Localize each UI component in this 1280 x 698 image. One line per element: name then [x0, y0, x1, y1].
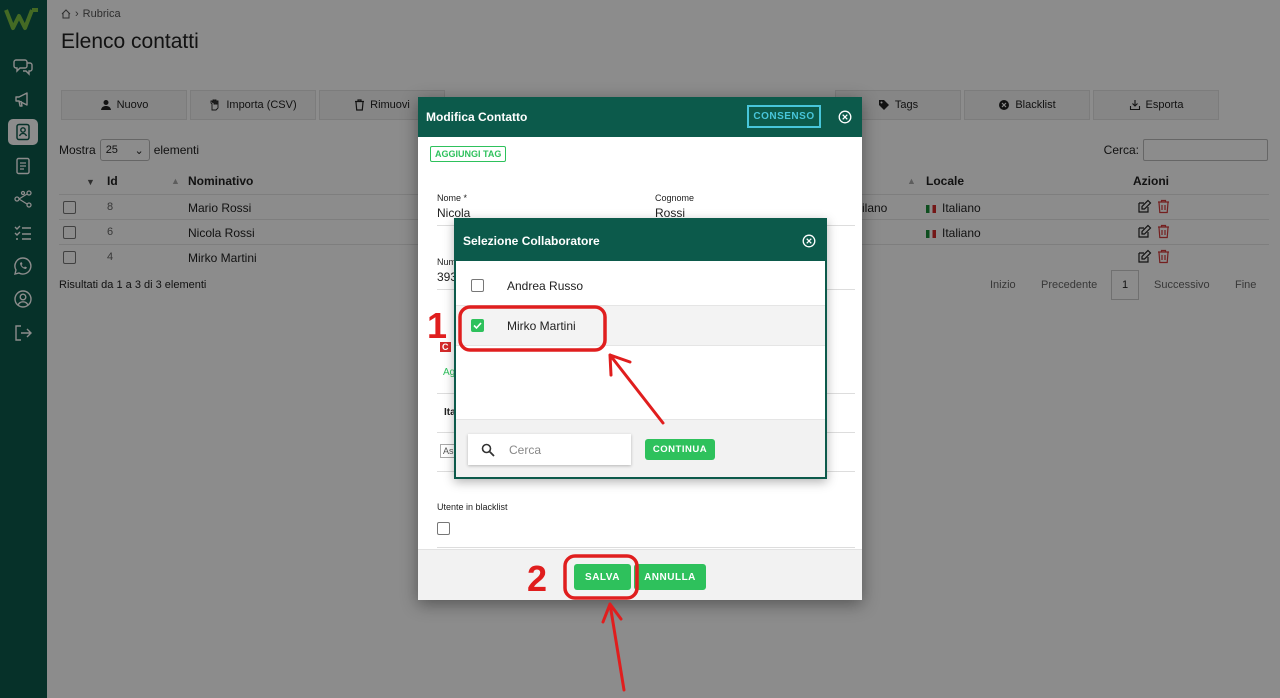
search-icon [481, 443, 495, 457]
collaborator-search-input[interactable]: Cerca [468, 434, 631, 465]
consent-button[interactable]: CONSENSO [747, 105, 821, 128]
last-name-label: Cognome [655, 193, 695, 203]
collaborator-name: Mirko Martini [507, 319, 576, 333]
annotation-step-1: 1 [427, 305, 448, 346]
search-placeholder: Cerca [509, 443, 542, 457]
first-name-label: Nome * [437, 193, 468, 203]
divider [437, 547, 855, 548]
dialog-title: Selezione Collaboratore [463, 234, 600, 248]
collaborator-checkbox-checked[interactable] [471, 319, 484, 332]
collaborator-checkbox[interactable] [471, 279, 484, 292]
collaborator-item[interactable]: Andrea Russo [456, 266, 825, 306]
add-tag-button[interactable]: AGGIUNGI TAG [430, 146, 507, 162]
select-collaborator-dialog: Selezione Collaboratore Andrea Russo Mir… [454, 218, 827, 479]
save-button[interactable]: SALVA [574, 564, 631, 590]
modal-title: Modifica Contatto [426, 110, 528, 124]
blacklist-checkbox[interactable] [437, 522, 450, 535]
collaborator-name: Andrea Russo [507, 279, 584, 293]
dialog-footer: Cerca CONTINUA [456, 419, 825, 477]
dialog-header: Selezione Collaboratore [456, 220, 825, 261]
continue-button[interactable]: CONTINUA [645, 439, 715, 460]
close-icon[interactable] [838, 110, 852, 124]
annotation-step-2: 2 [527, 558, 548, 599]
collaborator-item[interactable]: Mirko Martini [456, 306, 825, 346]
blacklist-label: Utente in blacklist [437, 502, 508, 512]
checkmark-icon [473, 322, 482, 330]
close-icon[interactable] [802, 234, 816, 248]
modal-header: Modifica Contatto CONSENSO [418, 97, 862, 137]
cancel-button[interactable]: ANNULLA [634, 564, 706, 590]
modal-footer: SALVA ANNULLA [418, 549, 862, 600]
